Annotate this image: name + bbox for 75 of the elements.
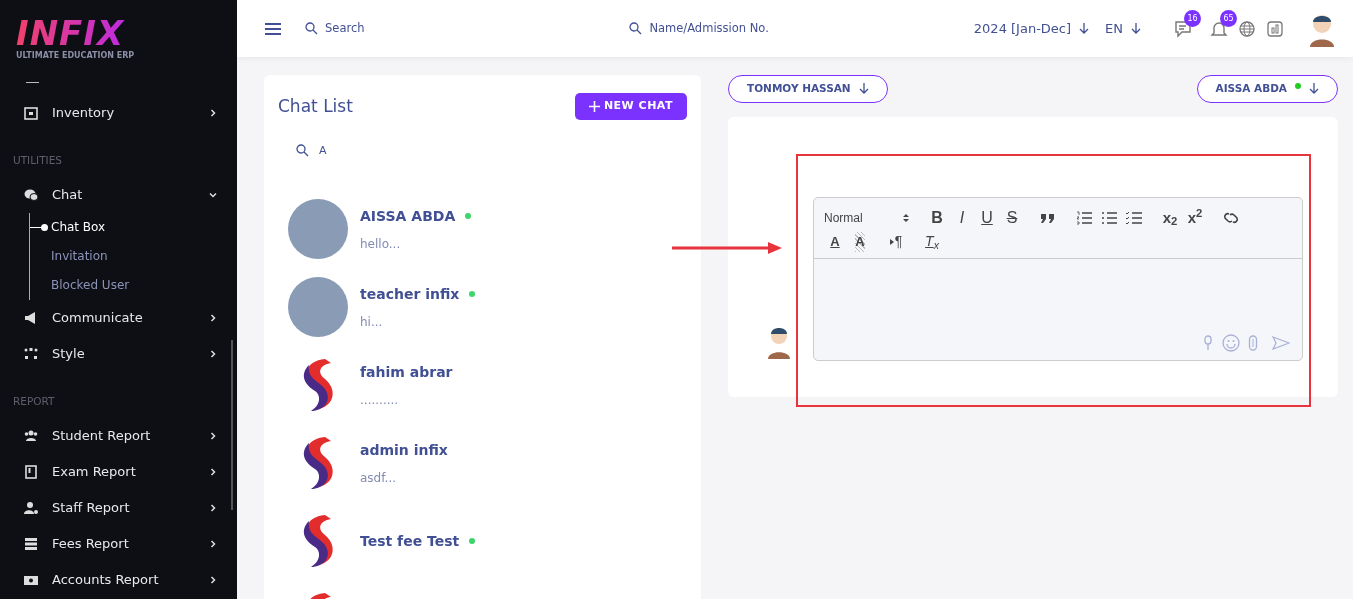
sidebar-item[interactable]: Style (0, 335, 237, 372)
search-icon (305, 22, 318, 35)
sidebar-item[interactable]: Fees Report (0, 525, 237, 562)
avatar-placeholder (288, 277, 348, 337)
clear-format-button[interactable]: T$_{x}$ (921, 229, 943, 254)
contact-item[interactable]: admin infix asdf... (278, 424, 687, 502)
chat-search-field[interactable]: A (317, 141, 437, 160)
logo-tagline: ULTIMATE EDUCATION ERP (16, 50, 136, 62)
recipient-dropdown[interactable]: AISSA ABDA (1196, 75, 1338, 103)
contact-name: teacher infix (360, 284, 460, 304)
globe-icon[interactable] (1237, 18, 1257, 39)
sidebar-item[interactable]: Inventory (0, 95, 237, 131)
message-editor[interactable]: Normal B I U S x$_{2}$ x$^{2}$ A A ¶ T$_{x}$ (813, 196, 1303, 361)
sender-dropdown[interactable]: TONMOY HASSAN (728, 75, 888, 103)
highlight-button[interactable]: A (849, 229, 871, 254)
plus-icon (588, 100, 600, 112)
paperclip-icon[interactable] (1248, 334, 1258, 351)
stacked-bars-icon (24, 536, 38, 551)
message-preview: hi... (360, 313, 384, 331)
text-color-button[interactable]: A (824, 229, 846, 254)
sidebar-item[interactable]: Exam Report (0, 453, 237, 490)
session-dropdown[interactable]: 2024 [Jan-Dec] (973, 18, 1090, 39)
arrow-down-icon (1309, 83, 1319, 95)
submenu-item[interactable]: Blocked User (30, 270, 237, 300)
menu-icon[interactable] (265, 21, 281, 36)
section-heading: UTILITIES (12, 153, 63, 168)
user-tag-icon (24, 500, 38, 515)
italic-button[interactable]: I (951, 205, 973, 230)
contact-name: fahim abrar (360, 362, 453, 382)
storage-box-icon (24, 106, 38, 120)
contact-name: AISSA ABDA (360, 206, 456, 226)
section-heading: REPORT (12, 393, 56, 409)
megaphone-icon (24, 310, 38, 325)
student-search-field[interactable]: Name/Admission No. (647, 18, 788, 39)
contact-item[interactable]: Test fee Test (278, 502, 687, 580)
avatar-placeholder (288, 199, 348, 259)
script-button[interactable]: x$_{2}$ (1159, 205, 1181, 230)
nodes-icon (24, 346, 38, 361)
arrow-down-icon (858, 83, 869, 95)
contact-name: admin infix (360, 440, 448, 460)
search-icon (629, 22, 643, 35)
arrow-down-icon (1131, 23, 1141, 34)
sidebar-item[interactable]: Accounts Report (0, 561, 237, 598)
message-preview: asdf... (360, 469, 398, 487)
sidebar-item[interactable]: Chat (0, 176, 237, 213)
up-down-icon (902, 212, 910, 223)
chat-bubbles-icon (24, 187, 38, 202)
submenu-item[interactable]: Invitation (30, 241, 237, 271)
message-count: 16 (1184, 10, 1201, 28)
people-icon (24, 428, 38, 443)
message-preview: .......... (360, 391, 400, 409)
sidebar-item[interactable]: Student Report (0, 417, 237, 454)
sidebar-item[interactable]: Communicate (0, 299, 237, 336)
text-direction-button[interactable]: ¶ (885, 229, 907, 254)
strikethrough-button[interactable]: S (1001, 205, 1023, 230)
format-dropdown[interactable]: Normal (824, 205, 910, 230)
language-dropdown[interactable]: EN (1105, 18, 1141, 39)
sidebar-item[interactable]: Staff Report (0, 489, 237, 526)
bold-button[interactable]: B (926, 205, 948, 230)
arrow-down-icon (1079, 23, 1090, 34)
book-icon (24, 464, 38, 479)
search-field[interactable]: Search (323, 18, 443, 39)
underline-button[interactable]: U (976, 205, 998, 230)
contact-item[interactable]: AISSA ABDA hello... (278, 190, 687, 268)
new-chat-button[interactable]: NEW CHAT (574, 93, 687, 120)
search-icon (296, 144, 309, 158)
contact-item[interactable]: teacher infix hi... (278, 268, 687, 346)
panel-title: Chat List (278, 94, 353, 118)
submenu-item[interactable]: Chat Box (30, 212, 237, 242)
message-preview: hello... (360, 235, 402, 253)
contact-item[interactable]: fahim abrar .......... (278, 346, 687, 424)
contact-name: Test fee Test (360, 531, 460, 551)
bar-chart-icon[interactable] (1265, 18, 1285, 39)
notification-count: 65 (1220, 10, 1237, 28)
script-button[interactable]: x$^{2}$ (1184, 205, 1206, 230)
